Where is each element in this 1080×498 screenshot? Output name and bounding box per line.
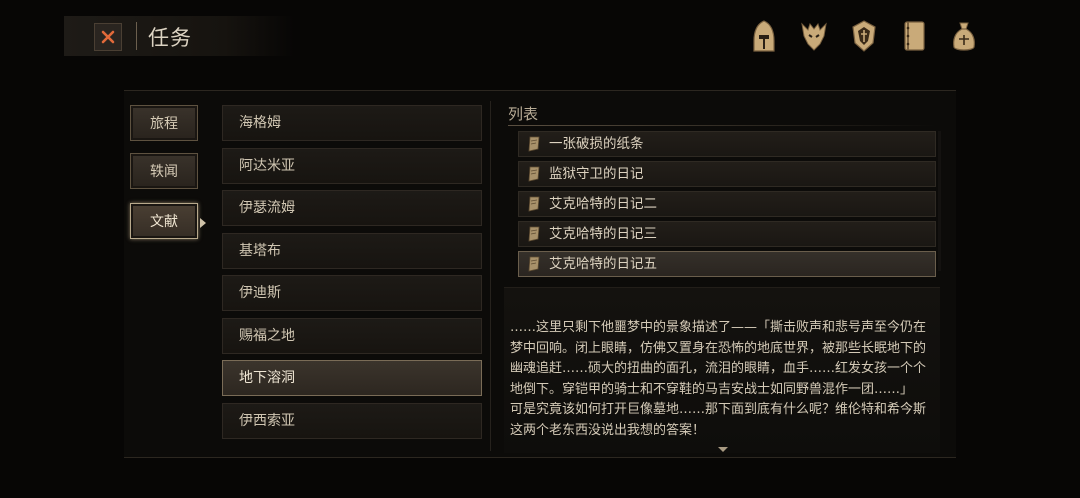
location-list[interactable]: 海格姆 阿达米亚 伊瑟流姆 基塔布 伊迪斯 赐福之地 地下溶洞 伊西索亚 <box>222 103 484 451</box>
journal-book-icon[interactable] <box>900 18 928 54</box>
page-title: 任务 <box>148 26 192 50</box>
location-item[interactable]: 赐福之地 <box>222 318 482 354</box>
scroll-icon <box>528 226 540 242</box>
location-item[interactable]: 基塔布 <box>222 233 482 269</box>
document-item[interactable]: 艾克哈特的日记三 <box>518 221 936 247</box>
location-item[interactable]: 伊西索亚 <box>222 403 482 439</box>
document-item-selected[interactable]: 艾克哈特的日记五 <box>518 251 936 277</box>
document-list-scrollbar[interactable] <box>938 131 941 271</box>
document-label: 监狱守卫的日记 <box>549 166 644 182</box>
category-documents-button[interactable]: 文献 <box>130 203 198 239</box>
document-label: 艾克哈特的日记五 <box>549 256 657 272</box>
scroll-icon <box>528 136 540 152</box>
close-button[interactable] <box>94 23 122 51</box>
category-journey-button[interactable]: 旅程 <box>130 105 198 141</box>
header-separator <box>136 22 137 50</box>
beast-head-icon[interactable] <box>800 18 828 54</box>
location-item[interactable]: 阿达米亚 <box>222 148 482 184</box>
scroll-icon <box>528 166 540 182</box>
location-item[interactable]: 海格姆 <box>222 105 482 141</box>
helmet-icon[interactable] <box>750 18 778 54</box>
document-body-text: ……这里只剩下他噩梦中的景象描述了——「撕击败声和悲号声至今仍在梦中回响。闭上眼… <box>510 320 927 438</box>
crest-shield-icon[interactable] <box>850 18 878 54</box>
document-label: 艾克哈特的日记三 <box>549 226 657 242</box>
money-bag-icon[interactable] <box>950 18 978 54</box>
quest-panel: 旅程 轶闻 文献 海格姆 阿达米亚 伊瑟流姆 基塔布 伊迪斯 赐福之地 地下溶洞… <box>124 90 956 458</box>
document-item[interactable]: 一张破损的纸条 <box>518 131 936 157</box>
location-item[interactable]: 伊瑟流姆 <box>222 190 482 226</box>
scroll-icon <box>528 256 540 272</box>
active-category-indicator <box>200 218 206 228</box>
heading-divider <box>508 125 936 126</box>
document-item[interactable]: 监狱守卫的日记 <box>518 161 936 187</box>
location-item[interactable]: 伊迪斯 <box>222 275 482 311</box>
document-label: 一张破损的纸条 <box>549 136 644 152</box>
list-heading: 列表 <box>508 105 539 123</box>
close-x-icon <box>101 30 115 44</box>
location-item-selected[interactable]: 地下溶洞 <box>222 360 482 396</box>
document-label: 艾克哈特的日记二 <box>549 196 657 212</box>
category-anecdotes-button[interactable]: 轶闻 <box>130 153 198 189</box>
header-bar: 任务 <box>64 16 294 56</box>
scroll-icon <box>528 196 540 212</box>
column-divider <box>490 101 491 451</box>
document-text-box[interactable]: ……这里只剩下他噩梦中的景象描述了——「撕击败声和悲号声至今仍在梦中回响。闭上眼… <box>504 287 940 453</box>
document-item[interactable]: 艾克哈特的日记二 <box>518 191 936 217</box>
scroll-down-indicator <box>718 447 728 452</box>
